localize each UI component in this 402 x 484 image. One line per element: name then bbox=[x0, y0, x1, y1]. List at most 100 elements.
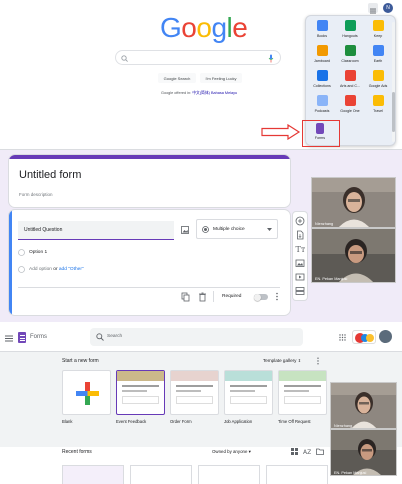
form-title[interactable]: Untitled form bbox=[19, 169, 81, 181]
required-toggle[interactable] bbox=[254, 293, 268, 301]
drag-handle-icon[interactable] bbox=[144, 212, 152, 225]
add-image-icon[interactable] bbox=[180, 225, 190, 235]
app-books[interactable]: Books bbox=[309, 20, 335, 38]
add-video-icon[interactable] bbox=[295, 272, 305, 282]
participant-name-3: Nienzhang bbox=[334, 424, 353, 428]
forms-app-name: Forms bbox=[30, 334, 47, 340]
radio-button-icon bbox=[202, 226, 209, 233]
app-travel[interactable]: Travel bbox=[365, 95, 391, 113]
app-google-one[interactable]: Google One bbox=[337, 95, 363, 113]
form-title-card: Untitled form Form description bbox=[9, 155, 290, 207]
feeling-lucky-button[interactable]: I'm Feeling Lucky bbox=[200, 73, 242, 83]
search-icon bbox=[121, 55, 128, 62]
duplicate-icon[interactable] bbox=[181, 292, 190, 302]
participant-video-4 bbox=[331, 430, 396, 475]
account-avatar-forms[interactable] bbox=[379, 330, 392, 343]
search-bar[interactable] bbox=[115, 50, 281, 65]
svg-text:AZ: AZ bbox=[303, 449, 311, 455]
add-other-link[interactable]: add "Other" bbox=[59, 267, 84, 272]
app-keep[interactable]: Keep bbox=[365, 20, 391, 38]
app-earth[interactable]: Earth bbox=[365, 45, 391, 63]
jamboard-icon bbox=[316, 45, 328, 56]
language-link-malay[interactable]: Bahasa Melayu bbox=[211, 91, 237, 95]
arts-icon bbox=[344, 70, 356, 81]
more-options-icon[interactable] bbox=[275, 292, 279, 301]
participant-video-1 bbox=[312, 178, 395, 227]
app-label: Podcasts bbox=[314, 109, 330, 113]
import-questions-icon[interactable] bbox=[295, 230, 305, 240]
recent-form-card-2[interactable] bbox=[130, 465, 192, 484]
add-image-toolbar-icon[interactable] bbox=[295, 258, 305, 268]
app-arts[interactable]: Arts and C... bbox=[337, 70, 363, 88]
recent-form-card-1[interactable] bbox=[62, 465, 124, 484]
grid-view-icon[interactable] bbox=[291, 448, 298, 455]
chevron-down-icon bbox=[267, 228, 272, 231]
add-option-link[interactable]: Add option bbox=[29, 267, 52, 272]
start-new-form-heading: Start a new form bbox=[62, 358, 99, 364]
option-1[interactable]: Option 1 bbox=[29, 250, 47, 255]
apps-grid-icon[interactable] bbox=[339, 334, 346, 341]
apps-menu-scrollbar[interactable] bbox=[392, 22, 395, 142]
folder-icon[interactable] bbox=[316, 448, 324, 455]
app-hangouts[interactable]: Hangouts bbox=[337, 20, 363, 38]
active-question-indicator bbox=[9, 210, 12, 315]
template-blank[interactable] bbox=[62, 370, 111, 415]
question-type-dropdown[interactable]: Multiple choice bbox=[196, 219, 278, 239]
add-question-icon[interactable] bbox=[295, 216, 305, 226]
template-gallery-button[interactable]: Template gallery ⇕ bbox=[263, 358, 301, 363]
footer-separator bbox=[213, 291, 214, 302]
app-label: Google One bbox=[340, 109, 360, 113]
participant-video-3 bbox=[331, 383, 396, 428]
participant-name-4: EN. Pekan Manjusi bbox=[334, 471, 367, 475]
add-title-icon[interactable]: Tт bbox=[295, 244, 306, 254]
recent-forms-heading: Recent forms bbox=[62, 449, 92, 455]
option-radio-icon bbox=[18, 249, 25, 256]
main-menu-icon[interactable] bbox=[5, 335, 13, 342]
required-toggle-knob bbox=[254, 293, 261, 301]
app-forms[interactable]: Forms bbox=[307, 123, 333, 140]
question-card: Untitled Question Multiple choice Option bbox=[9, 210, 290, 315]
owned-by-dropdown[interactable]: Owned by anyone ▾ bbox=[212, 449, 251, 455]
app-ads[interactable]: Google Ads bbox=[365, 70, 391, 88]
app-label: Forms bbox=[314, 136, 326, 140]
sort-icon[interactable]: AZ bbox=[303, 448, 311, 455]
forms-search-bar[interactable]: Search bbox=[90, 328, 303, 346]
more-options-icon[interactable] bbox=[316, 357, 320, 365]
apps-menu-scrollbar-thumb[interactable] bbox=[392, 92, 395, 132]
language-link-chinese[interactable]: 中文(简体) bbox=[192, 91, 210, 95]
template-label: Job Application bbox=[224, 419, 253, 424]
keep-icon bbox=[372, 20, 384, 31]
app-collections[interactable]: Collections bbox=[309, 70, 335, 88]
question-footer-divider bbox=[18, 287, 280, 288]
add-section-icon[interactable] bbox=[295, 286, 305, 296]
template-gallery-label: Template gallery bbox=[263, 358, 297, 363]
google-logo-letter: o bbox=[196, 12, 212, 43]
organization-logo bbox=[352, 330, 376, 344]
question-title-input[interactable]: Untitled Question bbox=[18, 221, 174, 240]
add-option-row: Add option or add "Other" bbox=[29, 267, 84, 272]
books-icon bbox=[316, 20, 328, 31]
form-description[interactable]: Form description bbox=[19, 192, 53, 197]
account-avatar[interactable]: N bbox=[383, 3, 393, 13]
question-title: Untitled Question bbox=[24, 227, 63, 233]
google-search-button[interactable]: Google Search bbox=[158, 73, 196, 83]
template-job-application[interactable] bbox=[224, 370, 273, 415]
video-tile-2: EN. Pekan Manjusi bbox=[311, 228, 396, 283]
app-jamboard[interactable]: Jamboard bbox=[309, 45, 335, 63]
participant-video-2 bbox=[312, 229, 395, 282]
app-classroom[interactable]: Classroom bbox=[337, 45, 363, 63]
forms-logo-icon bbox=[18, 332, 26, 343]
recent-form-card-3[interactable] bbox=[198, 465, 260, 484]
offered-in-label: Google offered in: bbox=[161, 91, 192, 95]
microphone-icon[interactable] bbox=[268, 54, 274, 63]
apps-grid-button[interactable] bbox=[368, 3, 378, 14]
template-event-feedback[interactable] bbox=[116, 370, 165, 415]
recent-form-card-4[interactable] bbox=[266, 465, 328, 484]
ads-icon bbox=[372, 70, 384, 81]
forms-icon bbox=[316, 123, 324, 134]
template-order-form[interactable] bbox=[170, 370, 219, 415]
template-time-off-request[interactable] bbox=[278, 370, 327, 415]
or-label: or bbox=[53, 267, 58, 272]
delete-icon[interactable] bbox=[198, 292, 207, 302]
app-podcasts[interactable]: Podcasts bbox=[309, 95, 335, 113]
